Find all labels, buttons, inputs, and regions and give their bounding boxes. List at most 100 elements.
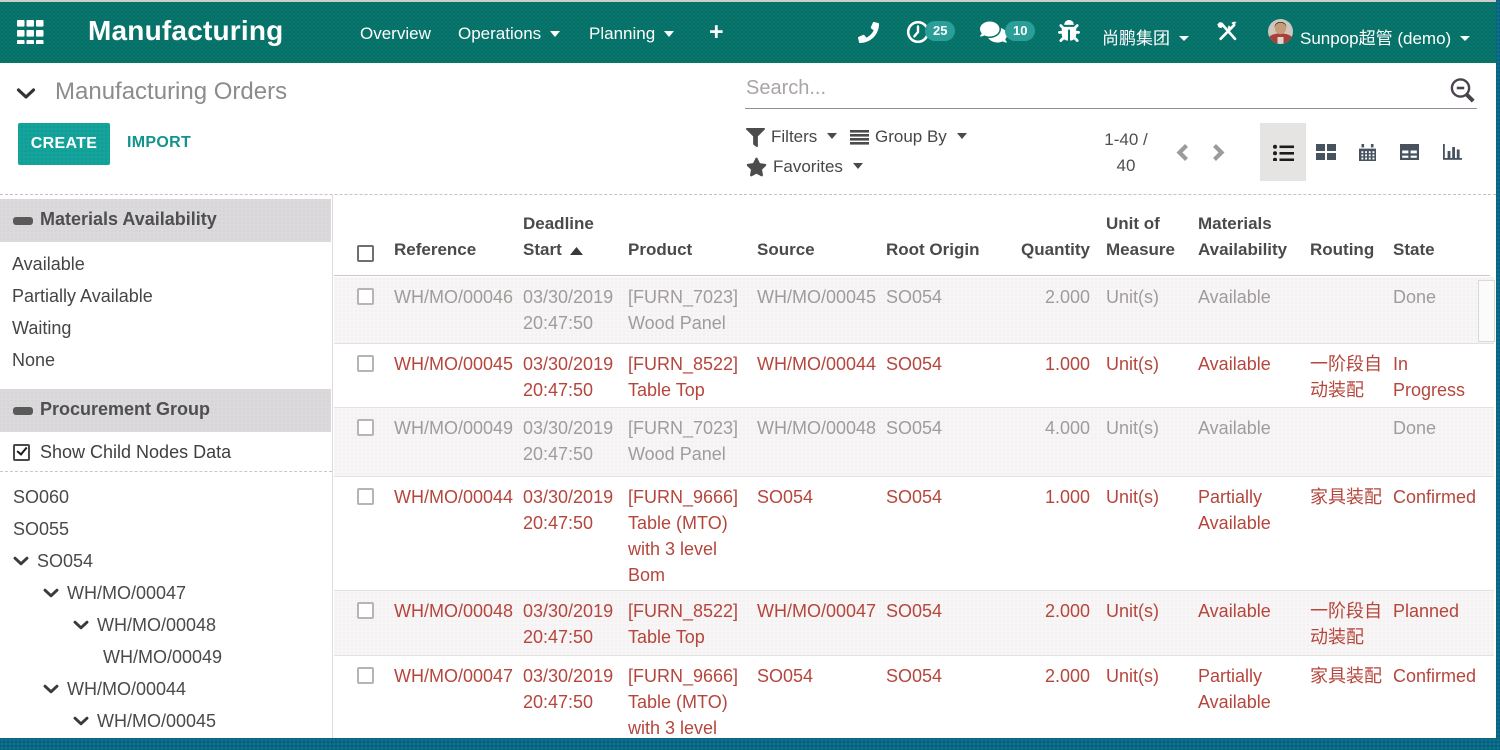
column-header-label: Unit of Measure [1106, 214, 1175, 259]
tree-node-so060[interactable]: SO060 [0, 481, 331, 513]
window-bottom-edge [0, 738, 1500, 750]
cell-source: WH/MO/00044 [757, 351, 881, 377]
cell-quantity: 1.000 [980, 351, 1090, 377]
filter-option-waiting[interactable]: Waiting [0, 312, 331, 344]
breadcrumb-toggle-icon[interactable] [16, 87, 36, 100]
cell-state: Confirmed [1393, 663, 1479, 689]
table-row-wh-mo-00044[interactable]: WH/MO/0004403/30/2019 20:47:50[FURN_9666… [334, 477, 1494, 591]
import-button[interactable]: IMPORT [127, 134, 191, 152]
new-menu-plus-button[interactable]: + [709, 18, 724, 47]
pager-next-button[interactable] [1212, 143, 1225, 162]
column-header-routing[interactable]: Routing [1310, 237, 1388, 263]
row-checkbox[interactable] [357, 667, 374, 684]
filters-menu[interactable]: Filters [746, 126, 837, 148]
table-row-wh-mo-00048[interactable]: WH/MO/0004803/30/2019 20:47:50[FURN_8522… [334, 591, 1494, 656]
row-checkbox[interactable] [357, 419, 374, 436]
column-header-availability[interactable]: Materials Availability [1198, 211, 1304, 263]
favorites-menu-icon [746, 157, 767, 177]
view-switcher-list-button[interactable] [1273, 144, 1294, 161]
tree-node-so055[interactable]: SO055 [0, 513, 331, 545]
tree-node-wh-mo-00049[interactable]: WH/MO/00049 [0, 641, 331, 673]
column-header-reference[interactable]: Reference [394, 237, 516, 263]
tree-expand-icon[interactable] [13, 556, 29, 566]
table-row-wh-mo-00049[interactable]: WH/MO/0004903/30/2019 20:47:50[FURN_7023… [334, 408, 1494, 477]
column-header-source[interactable]: Source [757, 237, 881, 263]
tree-node-so054[interactable]: SO054 [0, 545, 331, 577]
column-header-label: Deadline Start [523, 214, 594, 259]
tree-node-wh-mo-00045[interactable]: WH/MO/00045 [0, 705, 331, 737]
cell-quantity: 2.000 [980, 284, 1090, 310]
activities-count-badge[interactable]: 25 [925, 21, 955, 41]
search-input[interactable]: Search... [746, 77, 826, 100]
filter-section-materials-availability[interactable]: Materials Availability [0, 199, 331, 242]
favorites-menu[interactable]: Favorites [746, 156, 863, 178]
tree-node-wh-mo-00048[interactable]: WH/MO/00048 [0, 609, 331, 641]
column-header-label: Product [628, 240, 692, 259]
column-header-product[interactable]: Product [628, 237, 752, 263]
debug-bug-icon[interactable] [1058, 20, 1080, 42]
show-child-nodes-toggle[interactable]: Show Child Nodes Data [13, 442, 231, 463]
menu-item-planning[interactable]: Planning [589, 24, 674, 44]
tree-node-wh-mo-00044[interactable]: WH/MO/00044 [0, 673, 331, 705]
row-checkbox[interactable] [357, 355, 374, 372]
cell-availability: Available [1198, 415, 1304, 441]
column-header-deadline[interactable]: Deadline Start [523, 211, 627, 263]
cell-source: WH/MO/00045 [757, 284, 881, 310]
table-row-wh-mo-00047[interactable]: WH/MO/0004703/30/2019 20:47:50[FURN_9666… [334, 656, 1494, 738]
table-row-wh-mo-00045[interactable]: WH/MO/0004503/30/2019 20:47:50[FURN_8522… [334, 344, 1494, 408]
vertical-scrollbar-thumb[interactable] [1478, 280, 1495, 342]
row-checkbox[interactable] [357, 602, 374, 619]
row-checkbox[interactable] [357, 488, 374, 505]
group-by-menu[interactable]: Group By [850, 126, 967, 148]
tree-expand-icon[interactable] [73, 716, 89, 726]
select-all-checkbox[interactable] [357, 245, 374, 262]
column-header-state[interactable]: State [1393, 237, 1479, 263]
filter-option-partially-available[interactable]: Partially Available [0, 280, 331, 312]
user-avatar[interactable] [1268, 19, 1293, 44]
show-child-nodes-checkbox[interactable] [13, 444, 30, 461]
cell-deadline: 03/30/2019 20:47:50 [523, 284, 627, 336]
row-checkbox[interactable] [357, 288, 374, 305]
view-switcher-calendar-button[interactable] [1359, 144, 1376, 161]
tree-node-label: SO055 [13, 519, 69, 540]
user-menu[interactable]: Sunpop超管 (demo) [1300, 24, 1470, 49]
filter-option-available[interactable]: Available [0, 248, 331, 280]
cell-quantity: 2.000 [980, 663, 1090, 689]
company-switcher[interactable]: 尚鹏集团 [1102, 24, 1189, 49]
menu-item-label: Planning [589, 24, 655, 43]
messages-chat-icon[interactable] [980, 20, 1007, 44]
view-switcher-kanban-button[interactable] [1316, 144, 1336, 160]
tree-expand-icon[interactable] [43, 684, 59, 694]
cell-state: Done [1393, 415, 1479, 441]
support-tools-icon[interactable] [1217, 21, 1238, 42]
voip-phone-icon[interactable] [858, 22, 879, 43]
view-switcher-pivot-button[interactable] [1400, 144, 1419, 160]
tree-expand-icon[interactable] [73, 620, 89, 630]
chevron-down-icon [550, 31, 560, 37]
filter-section-procurement-group[interactable]: Procurement Group [0, 389, 331, 432]
menu-item-operations[interactable]: Operations [458, 24, 560, 44]
cell-deadline: 03/30/2019 20:47:50 [523, 484, 627, 536]
messages-count-badge[interactable]: 10 [1005, 21, 1035, 41]
breadcrumb-title: Manufacturing Orders [55, 78, 287, 106]
pager-previous-button[interactable] [1176, 143, 1189, 162]
table-row-wh-mo-00046[interactable]: WH/MO/0004603/30/2019 20:47:50[FURN_7023… [334, 277, 1494, 344]
chevron-down-icon [1460, 36, 1470, 41]
tree-expand-icon[interactable] [43, 588, 59, 598]
column-header-uom[interactable]: Unit of Measure [1106, 211, 1186, 263]
cell-routing: 家具装配 [1310, 663, 1388, 689]
search-minus-icon[interactable] [1449, 77, 1478, 105]
menu-item-overview[interactable]: Overview [360, 24, 431, 44]
cell-reference: WH/MO/00046 [394, 284, 516, 310]
cell-availability: Available [1198, 284, 1304, 310]
column-header-quantity[interactable]: Quantity [980, 237, 1090, 263]
tree-node-wh-mo-00047[interactable]: WH/MO/00047 [0, 577, 331, 609]
column-header-label: Reference [394, 240, 476, 259]
apps-menu-icon[interactable] [17, 20, 44, 44]
create-button[interactable]: CREATE [18, 123, 110, 165]
filter-option-none[interactable]: None [0, 344, 331, 376]
cell-reference: WH/MO/00044 [394, 484, 516, 510]
view-switcher-graph-button[interactable] [1443, 144, 1463, 161]
main-navbar: Manufacturing Overview Operations Planning +… [0, 2, 1500, 63]
app-brand-title[interactable]: Manufacturing [88, 15, 283, 47]
